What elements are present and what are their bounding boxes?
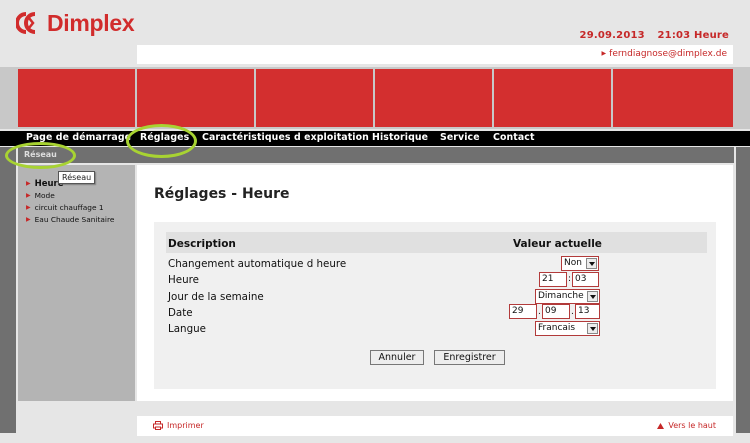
row-label-time: Heure	[168, 274, 199, 286]
bullet-icon: ▶	[26, 216, 31, 223]
sidebar-item-mode[interactable]: ▶ Mode	[26, 191, 55, 200]
month-input[interactable]: 09	[542, 304, 570, 319]
back-to-top-link[interactable]: Vers le haut	[657, 421, 716, 430]
main-content: Réglages - Heure Description Valeur actu…	[137, 165, 733, 401]
row-label-date: Date	[168, 307, 193, 319]
sidebar-item-label: Eau Chaude Sanitaire	[34, 215, 115, 224]
sidebar-item-hot-water[interactable]: ▶ Eau Chaude Sanitaire	[26, 215, 114, 224]
dimplex-logo-icon	[16, 12, 36, 34]
hours-input[interactable]: 21	[539, 272, 567, 287]
row-label-weekday: Jour de la semaine	[168, 291, 264, 303]
page-title: Réglages - Heure	[154, 186, 290, 202]
left-edge-panel	[0, 147, 16, 433]
chevron-down-icon	[587, 291, 598, 302]
sidebar-item-label: Mode	[34, 191, 55, 200]
bullet-icon: ▶	[26, 180, 31, 187]
sidebar: ▶ Heure ▶ Mode ▶ circuit chauffage 1 ▶ Eau C…	[18, 165, 135, 401]
language-select[interactable]: Francais	[535, 321, 600, 336]
sub-nav: Réseau	[18, 147, 734, 163]
nav-item-history[interactable]: Historique	[372, 132, 428, 143]
save-button[interactable]: Enregistrer	[434, 350, 505, 365]
back-to-top-label: Vers le haut	[668, 421, 716, 430]
nav-item-start[interactable]: Page de démarrage	[26, 132, 131, 143]
nav-item-operating-data[interactable]: Caractéristiques d exploitation	[202, 132, 369, 143]
weekday-select[interactable]: Dimanche	[535, 289, 600, 304]
header-datetime: 29.09.2013 21:03 Heure	[580, 30, 729, 41]
brand-name: Dimplex	[47, 9, 135, 36]
user-email-link[interactable]: ▶ ferndiagnose@dimplex.de	[602, 49, 727, 59]
settings-panel: Description Valeur actuelle Changement a…	[154, 222, 716, 389]
banner-tile	[18, 69, 135, 127]
nav-item-service[interactable]: Service	[440, 132, 480, 143]
banner-tile	[137, 69, 254, 127]
bullet-icon: ▶	[26, 192, 31, 199]
banner-tile	[256, 69, 373, 127]
user-email: ferndiagnose@dimplex.de	[609, 49, 727, 59]
print-link[interactable]: Imprimer	[153, 421, 204, 430]
column-header-description: Description	[168, 238, 236, 250]
nav-item-settings[interactable]: Réglages	[140, 132, 189, 143]
cancel-button[interactable]: Annuler	[370, 350, 424, 365]
time-separator: :	[568, 274, 572, 284]
main-nav: Page de démarrage Réglages Caractéristiq…	[0, 131, 750, 146]
right-edge-panel	[736, 147, 750, 433]
chevron-down-icon	[587, 323, 598, 334]
print-label: Imprimer	[167, 421, 204, 430]
date-separator: .	[571, 307, 574, 317]
tooltip: Réseau	[58, 171, 96, 184]
year-input[interactable]: 13	[575, 304, 600, 319]
footer: Imprimer Vers le haut	[137, 416, 733, 436]
header-date: 29.09.2013	[579, 30, 645, 41]
banner-tile	[494, 69, 611, 127]
auto-dst-value: Non	[564, 258, 582, 268]
user-bar: ▶ ferndiagnose@dimplex.de	[137, 45, 733, 64]
row-label-language: Langue	[168, 323, 206, 335]
dimplex-logo[interactable]: Dimplex	[16, 9, 135, 36]
bullet-icon: ▶	[26, 204, 31, 211]
table-header: Description Valeur actuelle	[166, 232, 707, 253]
nav-item-contact[interactable]: Contact	[493, 132, 535, 143]
banner-tile	[375, 69, 492, 127]
sidebar-item-label: circuit chauffage 1	[34, 203, 104, 212]
printer-icon	[153, 421, 163, 430]
sidebar-item-heating-circuit[interactable]: ▶ circuit chauffage 1	[26, 203, 104, 212]
column-header-value: Valeur actuelle	[513, 238, 602, 250]
chevron-down-icon	[586, 258, 597, 269]
date-separator: .	[538, 307, 541, 317]
header-time: 21:03 Heure	[657, 30, 729, 41]
day-input[interactable]: 29	[509, 304, 537, 319]
auto-dst-select[interactable]: Non	[561, 256, 599, 271]
arrow-up-icon	[657, 422, 665, 429]
minutes-input[interactable]: 03	[572, 272, 599, 287]
weekday-value: Dimanche	[538, 291, 584, 301]
row-label-auto-dst: Changement automatique d heure	[168, 258, 347, 270]
arrow-right-icon: ▶	[601, 50, 607, 57]
banner-tile	[613, 69, 733, 127]
banner	[0, 67, 750, 129]
language-value: Francais	[538, 323, 576, 333]
subnav-item-network[interactable]: Réseau	[24, 150, 57, 159]
